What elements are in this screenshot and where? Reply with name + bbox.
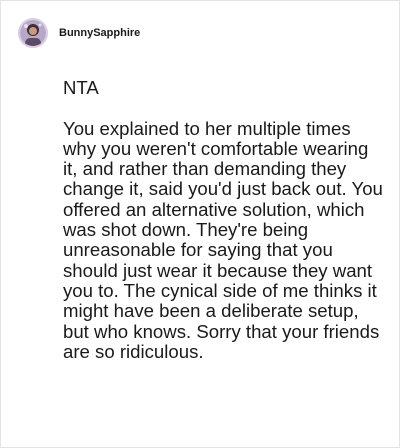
comment-header: BunnySapphire <box>18 16 140 50</box>
comment-card: BunnySapphire NTA You explained to her m… <box>0 0 400 448</box>
user-avatar-icon[interactable] <box>18 18 48 48</box>
verdict-text: NTA <box>63 77 99 98</box>
username[interactable]: BunnySapphire <box>59 27 140 39</box>
comment-text: You explained to her multiple times why … <box>63 117 383 362</box>
comment-body: NTA You explained to her multiple times … <box>63 77 385 362</box>
